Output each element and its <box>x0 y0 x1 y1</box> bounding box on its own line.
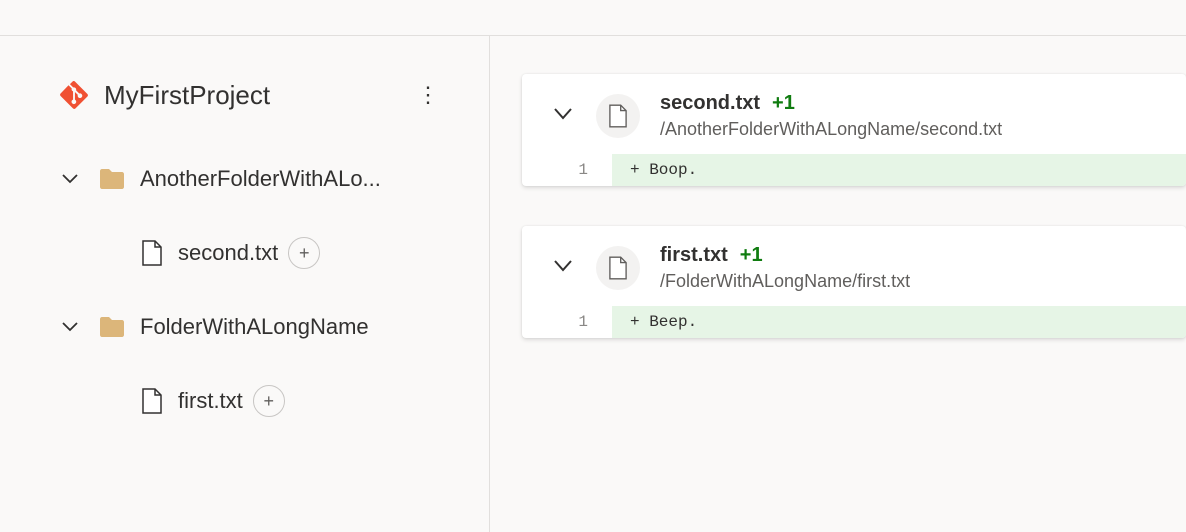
diff-header: first.txt +1 /FolderWithALongName/first.… <box>522 226 1186 306</box>
diff-titles: second.txt +1 /AnotherFolderWithALongNam… <box>660 92 1002 140</box>
add-badge: + <box>288 237 320 269</box>
collapse-button[interactable] <box>554 107 572 125</box>
diff-change-count: +1 <box>740 244 763 267</box>
file-badge <box>596 94 640 138</box>
file-icon <box>142 240 162 266</box>
project-header: MyFirstProject ⋮ <box>60 76 449 114</box>
diff-header: second.txt +1 /AnotherFolderWithALongNam… <box>522 74 1186 154</box>
line-content: + Beep. <box>612 306 1186 338</box>
tree-file[interactable]: second.txt + <box>60 228 449 278</box>
main-layout: MyFirstProject ⋮ AnotherFolderWithALo...… <box>0 36 1186 532</box>
diff-change-count: +1 <box>772 92 795 115</box>
project-menu-button[interactable]: ⋮ <box>407 76 449 114</box>
diff-titles: first.txt +1 /FolderWithALongName/first.… <box>660 244 910 292</box>
top-bar <box>0 0 1186 36</box>
diff-card: second.txt +1 /AnotherFolderWithALongNam… <box>522 74 1186 186</box>
collapse-button[interactable] <box>554 259 572 277</box>
file-icon <box>142 388 162 414</box>
folder-label: FolderWithALongName <box>140 314 369 340</box>
file-label: second.txt <box>178 240 278 266</box>
line-number: 1 <box>522 161 612 179</box>
tree-folder[interactable]: FolderWithALongName <box>60 302 449 352</box>
diff-path: /AnotherFolderWithALongName/second.txt <box>660 119 1002 140</box>
content-area: second.txt +1 /AnotherFolderWithALongNam… <box>490 36 1186 532</box>
tree-folder[interactable]: AnotherFolderWithALo... <box>60 154 449 204</box>
add-badge: + <box>253 385 285 417</box>
git-icon <box>60 81 88 109</box>
file-badge <box>596 246 640 290</box>
line-content: + Boop. <box>612 154 1186 186</box>
file-label: first.txt <box>178 388 243 414</box>
sidebar: MyFirstProject ⋮ AnotherFolderWithALo...… <box>0 36 490 532</box>
folder-icon <box>100 317 124 337</box>
diff-line: 1 + Beep. <box>522 306 1186 338</box>
tree-file[interactable]: first.txt + <box>60 376 449 426</box>
diff-card: first.txt +1 /FolderWithALongName/first.… <box>522 226 1186 338</box>
diff-path: /FolderWithALongName/first.txt <box>660 271 910 292</box>
folder-label: AnotherFolderWithALo... <box>140 166 381 192</box>
line-number: 1 <box>522 313 612 331</box>
diff-filename: second.txt <box>660 92 760 115</box>
chevron-down-icon <box>60 322 80 332</box>
diff-filename: first.txt <box>660 244 728 267</box>
project-title: MyFirstProject <box>104 80 407 111</box>
folder-icon <box>100 169 124 189</box>
diff-line: 1 + Boop. <box>522 154 1186 186</box>
chevron-down-icon <box>60 174 80 184</box>
